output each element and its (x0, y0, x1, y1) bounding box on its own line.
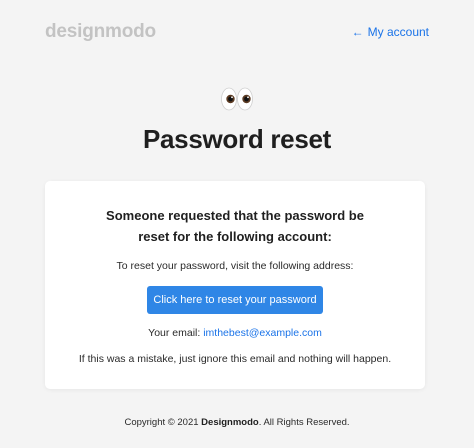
message-card: Someone requested that the password be r… (45, 181, 425, 389)
logo: designmodo (45, 21, 156, 42)
card-heading-line-2: reset for the following account: (138, 229, 332, 244)
copyright-suffix: . All Rights Reserved. (258, 417, 350, 428)
reset-instructions: To reset your password, visit the follow… (116, 260, 354, 272)
reset-password-button[interactable]: Click here to reset your password (147, 286, 323, 314)
my-account-label: My account (367, 25, 429, 39)
mistake-note: If this was a mistake, just ignore this … (78, 353, 392, 365)
company-name: Designmodo (201, 417, 259, 428)
page-title: Password reset (142, 124, 331, 154)
card-heading-line-1: Someone requested that the password be (106, 208, 364, 223)
footer: Copyright © 2021 Designmodo. All Rights … (0, 417, 474, 428)
email-header: designmodo ← My account (45, 20, 429, 44)
my-account-link[interactable]: ← My account (352, 25, 429, 39)
email-label: Your email: (148, 327, 204, 339)
arrow-left-icon: ← (351, 25, 364, 39)
copyright-prefix: Copyright © 2021 (124, 417, 202, 428)
card-heading: Someone requested that the password be r… (65, 205, 405, 247)
email-line: Your email: imthebest@example.com (55, 327, 415, 339)
email-link[interactable]: imthebest@example.com (203, 327, 322, 339)
eyes-icon (0, 86, 474, 116)
